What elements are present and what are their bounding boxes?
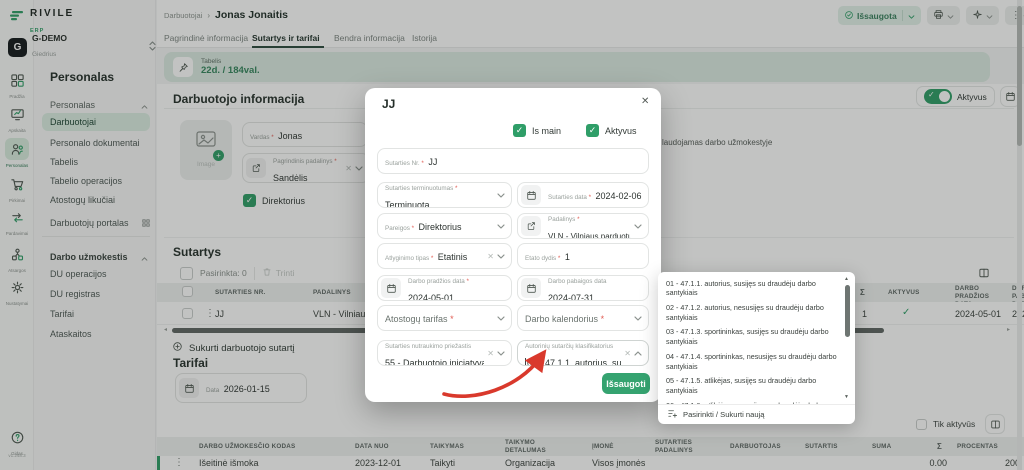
external-link-icon[interactable]: [521, 216, 541, 236]
author-classifier-dropdown: 01 - 47.1.1. autorius, susijęs su draudė…: [658, 272, 855, 424]
contract-date-field[interactable]: Sutarties data * 2024-02-06: [517, 182, 649, 208]
work-start-field[interactable]: Darbo pradžios data * 2024-05-01: [377, 275, 512, 301]
clear-icon[interactable]: ✕: [487, 252, 494, 261]
chevron-down-icon: [634, 224, 642, 229]
checkbox-checked-icon[interactable]: ✓: [586, 124, 599, 137]
app-window: RIVILE ERP G G-DEMO Giedrius Pradžia Aps…: [0, 0, 1024, 470]
dropdown-option[interactable]: 01 - 47.1.1. autorius, susijęs su draudė…: [666, 276, 841, 300]
chevron-down-icon: [497, 224, 505, 229]
scroll-up-icon[interactable]: ▲: [844, 276, 849, 282]
position-select[interactable]: Pareigos * Direktorius: [377, 213, 512, 239]
dropdown-option[interactable]: 02 - 47.1.2. autorius, nesusijęs su drau…: [666, 300, 841, 324]
calendar-icon[interactable]: [521, 185, 541, 205]
unit-select[interactable]: Padalinys * VLN - Vilniaus parduotuvė: [517, 213, 649, 239]
save-button[interactable]: Išsaugoti: [602, 373, 650, 394]
work-end-field[interactable]: Darbo pabaigos data 2024-07-31: [517, 275, 649, 301]
dropdown-option[interactable]: 05 - 47.1.5. atlikėjas, susijęs su draud…: [666, 374, 841, 398]
vacation-tariff-select[interactable]: Atostogų tarifas *: [377, 305, 512, 331]
calendar-icon[interactable]: [521, 278, 541, 298]
chevron-down-icon: [497, 254, 505, 259]
contract-nr-field[interactable]: Sutarties Nr. * JJ: [377, 148, 649, 174]
dropdown-scrollbar-thumb[interactable]: [845, 285, 850, 337]
annotation-arrow: [430, 338, 570, 413]
salary-type-select[interactable]: Atlyginimo tipas * Etatinis ✕: [377, 243, 512, 269]
dropdown-option[interactable]: 03 - 47.1.3. sportininkas, susijęs su dr…: [666, 325, 841, 349]
contract-term-select[interactable]: Sutarties terminuotumas * Terminuota: [377, 182, 512, 208]
chevron-down-icon: [497, 193, 505, 198]
dropdown-scrollbar[interactable]: ▲ ▼: [844, 276, 852, 400]
checkbox-checked-icon[interactable]: ✓: [513, 124, 526, 137]
work-calendar-select[interactable]: Darbo kalendorius *: [517, 305, 649, 331]
select-create-icon: [667, 408, 678, 421]
dropdown-list: 01 - 47.1.1. autorius, susijęs su draudė…: [658, 272, 855, 404]
close-icon[interactable]: ✕: [641, 96, 649, 107]
chevron-up-icon: [634, 351, 642, 356]
modal-active-checkbox-row[interactable]: ✓ Aktyvus: [586, 124, 637, 137]
clear-icon[interactable]: ✕: [624, 349, 631, 358]
chevron-down-icon: [634, 316, 642, 321]
is-main-checkbox-row[interactable]: ✓ Is main: [513, 124, 561, 137]
dropdown-footer-create[interactable]: Pasirinkti / Sukurti naują: [658, 404, 855, 424]
chevron-down-icon: [497, 316, 505, 321]
scroll-down-icon[interactable]: ▼: [844, 394, 849, 400]
fte-field[interactable]: Etato dydis * 1: [517, 243, 649, 269]
dropdown-option[interactable]: 04 - 47.1.4. sportininkas, nesusijęs su …: [666, 349, 841, 373]
calendar-icon[interactable]: [381, 278, 401, 298]
modal-title: JJ: [382, 97, 395, 111]
